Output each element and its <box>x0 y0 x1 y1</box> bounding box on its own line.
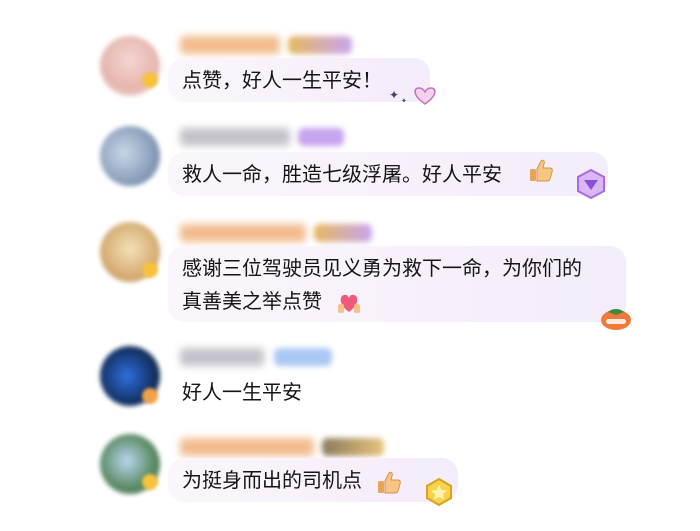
nickname[interactable] <box>180 224 306 242</box>
vip-badge <box>322 438 384 456</box>
nickname[interactable] <box>180 438 314 456</box>
vip-badge <box>298 128 344 146</box>
heart-hands-icon <box>338 294 360 313</box>
nickname[interactable] <box>180 348 264 366</box>
nickname[interactable] <box>180 36 280 54</box>
diamond-badge-icon <box>577 168 605 200</box>
level-badge-icon <box>142 72 158 88</box>
comment-text: 好人一生平安 <box>182 380 302 404</box>
thumbs-up-icon <box>530 159 553 182</box>
vip-badge <box>314 224 372 242</box>
svg-text:✦: ✦ <box>401 97 407 105</box>
comment-text: 救人一命，胜造七级浮屠。好人平安 <box>182 162 502 186</box>
vip-badge <box>288 36 352 54</box>
persimmon-sticker-icon <box>601 309 631 330</box>
comment-text: 点赞，好人一生平安！ <box>182 68 382 92</box>
level-badge-icon <box>142 474 158 490</box>
level-badge-icon <box>142 262 158 278</box>
comment-text-line-2: 真善美之举点赞 <box>182 289 322 313</box>
vip-badge <box>274 348 332 366</box>
svg-text:✦: ✦ <box>389 88 399 102</box>
nickname[interactable] <box>180 128 290 146</box>
thumbs-up-icon <box>378 471 401 494</box>
avatar[interactable] <box>100 126 160 186</box>
gold-badge-icon <box>426 477 452 507</box>
level-badge-icon <box>142 388 158 404</box>
comment-text-line-1: 感谢三位驾驶员见义勇为救下一命，为你们的 <box>182 256 582 280</box>
comment-text: 为挺身而出的司机点 <box>182 468 362 492</box>
heart-sticker-icon: ✦ ✦ <box>389 87 436 105</box>
